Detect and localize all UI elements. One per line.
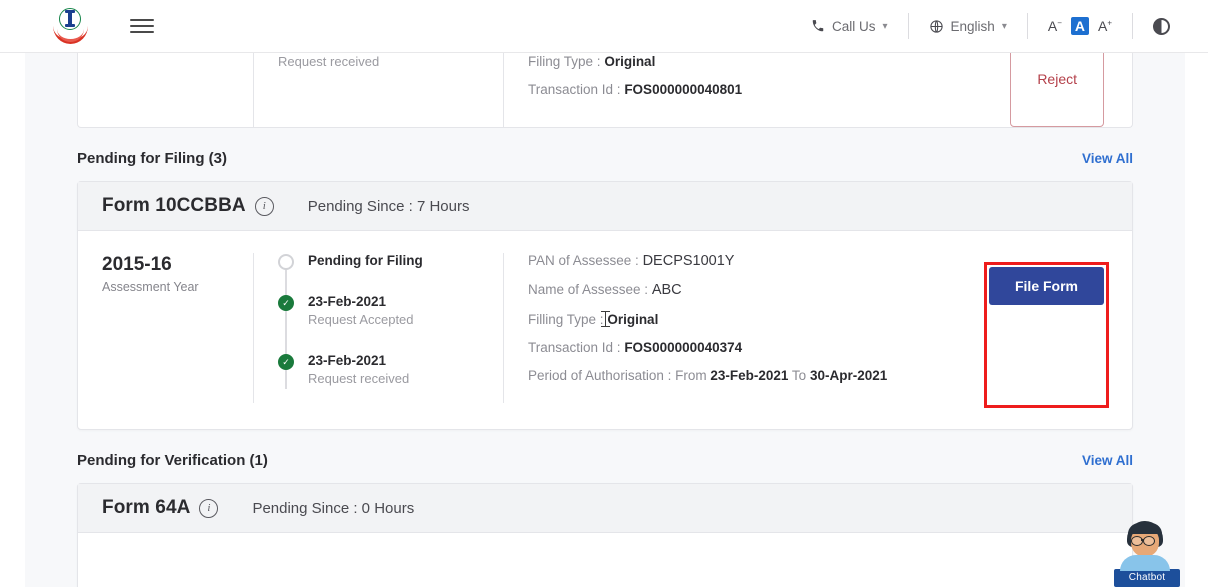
app-viewport: Call Us ▾ English ▾ A− A A+ — [0, 0, 1208, 587]
section-header-pending-for-filing: Pending for Filing (3) View All — [77, 128, 1133, 181]
income-tax-emblem-icon[interactable] — [52, 7, 90, 45]
divider — [908, 13, 909, 39]
detail-row-transaction-id: Transaction Id : FOS000000040374 — [528, 340, 917, 356]
timeline-pending-icon — [278, 254, 294, 270]
view-all-link[interactable]: View All — [1082, 151, 1133, 166]
detail-label: PAN of Assessee : — [528, 253, 639, 268]
timeline-item: ✓ 23-Feb-2021 Request received — [308, 353, 503, 386]
file-form-button-wrapper: File Form — [989, 267, 1104, 403]
timeline-subtitle: Request Accepted — [308, 312, 503, 327]
pending-since-label: Pending Since : 7 Hours — [308, 198, 470, 215]
detail-label: Period of Authorisation : From — [528, 368, 707, 383]
detail-row-filing-type: Filling Type : Original — [528, 312, 917, 328]
chevron-down-icon: ▾ — [883, 21, 888, 32]
status-timeline-column: Pending for Filing ✓ 23-Feb-2021 Request… — [253, 253, 503, 403]
partial-details-column: Filing Type : Original Transaction Id : … — [503, 52, 917, 127]
timeline-title: 23-Feb-2021 — [308, 294, 503, 309]
timeline-check-icon: ✓ — [278, 354, 294, 370]
detail-label: Transaction Id : — [528, 82, 621, 97]
period-to-value: 30-Apr-2021 — [810, 368, 887, 383]
timeline-title: 23-Feb-2021 — [308, 353, 503, 368]
partial-form-card: Request received Filing Type : Original … — [77, 52, 1133, 128]
detail-value: DECPS1001Y — [643, 253, 735, 269]
card-action-column: File Form — [917, 253, 1132, 403]
assessment-year-column: 2015-16 Assessment Year — [78, 253, 253, 403]
globe-icon — [929, 19, 944, 34]
font-increase-button[interactable]: A+ — [1098, 18, 1112, 34]
assessment-year-value: 2015-16 — [102, 253, 253, 277]
language-label: English — [951, 19, 995, 34]
status-timeline: Pending for Filing ✓ 23-Feb-2021 Request… — [278, 253, 503, 386]
partial-action-column: Reject — [917, 52, 1132, 127]
detail-row-period: Period of Authorisation : From 23-Feb-20… — [528, 368, 917, 384]
language-selector[interactable]: English ▾ — [929, 19, 1007, 34]
partial-timeline-text: Request received — [278, 54, 379, 69]
timeline-item: Pending for Filing — [308, 253, 503, 268]
form-card-header: Form 64A i Pending Since : 0 Hours — [78, 484, 1132, 533]
divider — [1132, 13, 1133, 39]
detail-row: Filing Type : Original — [528, 54, 917, 70]
contrast-toggle-icon[interactable] — [1153, 18, 1170, 35]
detail-label: Filing Type : — [528, 54, 601, 69]
detail-label: Name of Assessee : — [528, 282, 648, 297]
font-decrease-button[interactable]: A− — [1048, 18, 1062, 34]
form-card-10ccbba: Form 10CCBBA i Pending Since : 7 Hours 2… — [77, 181, 1133, 430]
assessee-details-column: PAN of Assessee : DECPS1001Y Name of Ass… — [503, 253, 917, 403]
assessment-year-label: Assessment Year — [102, 280, 253, 294]
detail-row-name: Name of Assessee : ABC — [528, 282, 917, 299]
reject-button[interactable]: Reject — [1010, 52, 1104, 127]
period-separator: To — [792, 368, 806, 383]
timeline-title: Pending for Filing — [308, 253, 503, 268]
form-name: Form 64A — [102, 497, 190, 519]
period-from-value: 23-Feb-2021 — [710, 368, 788, 383]
file-form-button[interactable]: File Form — [989, 267, 1104, 305]
chatbot-launcher[interactable]: Chatbot — [1114, 519, 1180, 587]
phone-icon — [811, 19, 825, 33]
detail-label: Filling Type : — [528, 312, 604, 327]
form-card-header: Form 10CCBBA i Pending Since : 7 Hours — [78, 182, 1132, 231]
chatbot-avatar-icon — [1114, 519, 1176, 571]
app-header: Call Us ▾ English ▾ A− A A+ — [0, 0, 1208, 53]
call-us-menu[interactable]: Call Us ▾ — [811, 19, 888, 34]
detail-value: FOS000000040801 — [624, 82, 742, 97]
partial-year-column — [78, 52, 253, 127]
divider — [1027, 13, 1028, 39]
detail-value: Original — [607, 312, 658, 327]
timeline-subtitle: Request received — [308, 371, 503, 386]
info-icon[interactable]: i — [199, 499, 218, 518]
form-card-body: 2015-16 Assessment Year Pending for Fili… — [78, 231, 1132, 429]
detail-value: Original — [604, 54, 655, 69]
font-size-controls: A− A A+ — [1048, 17, 1112, 35]
section-header-pending-for-verification: Pending for Verification (1) View All — [77, 430, 1133, 483]
form-card-64a: Form 64A i Pending Since : 0 Hours — [77, 483, 1133, 587]
section-title: Pending for Verification (1) — [77, 452, 268, 469]
form-card-body — [78, 533, 1132, 587]
form-name: Form 10CCBBA — [102, 195, 246, 217]
page-content: Request received Filing Type : Original … — [25, 52, 1185, 587]
timeline-item: ✓ 23-Feb-2021 Request Accepted — [308, 294, 503, 327]
timeline-rail — [285, 263, 287, 389]
timeline-check-icon: ✓ — [278, 295, 294, 311]
hamburger-menu-icon[interactable] — [130, 15, 154, 38]
detail-value: ABC — [652, 282, 682, 298]
header-utilities: Call Us ▾ English ▾ A− A A+ — [811, 0, 1170, 52]
chatbot-label: Chatbot — [1114, 569, 1180, 587]
detail-row-pan: PAN of Assessee : DECPS1001Y — [528, 253, 917, 270]
brand-area — [52, 7, 154, 45]
partial-timeline-column: Request received — [253, 52, 503, 127]
font-normal-button[interactable]: A — [1071, 17, 1089, 35]
detail-value: FOS000000040374 — [624, 340, 742, 355]
view-all-link[interactable]: View All — [1082, 453, 1133, 468]
section-title: Pending for Filing (3) — [77, 150, 227, 167]
info-icon[interactable]: i — [255, 197, 274, 216]
pending-since-label: Pending Since : 0 Hours — [252, 500, 414, 517]
chevron-down-icon: ▾ — [1002, 21, 1007, 32]
detail-label: Transaction Id : — [528, 340, 621, 355]
call-us-label: Call Us — [832, 19, 876, 34]
detail-row: Transaction Id : FOS000000040801 — [528, 82, 917, 98]
